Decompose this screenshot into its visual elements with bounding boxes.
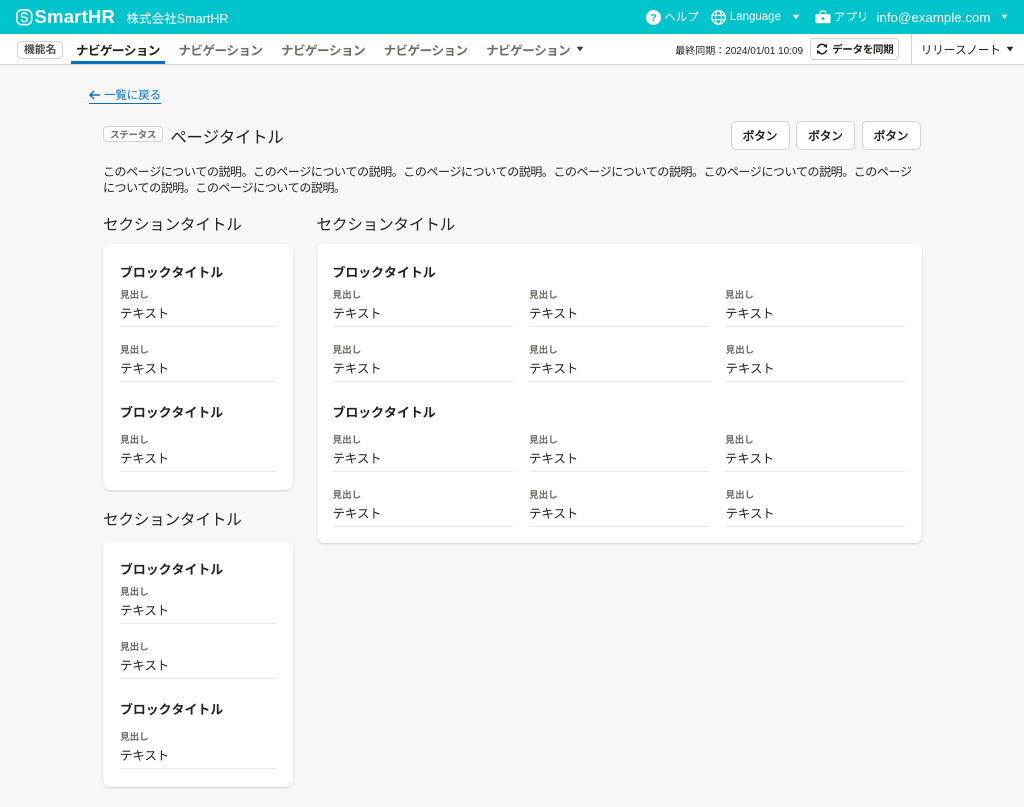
svg-text:?: ? [651, 12, 657, 24]
